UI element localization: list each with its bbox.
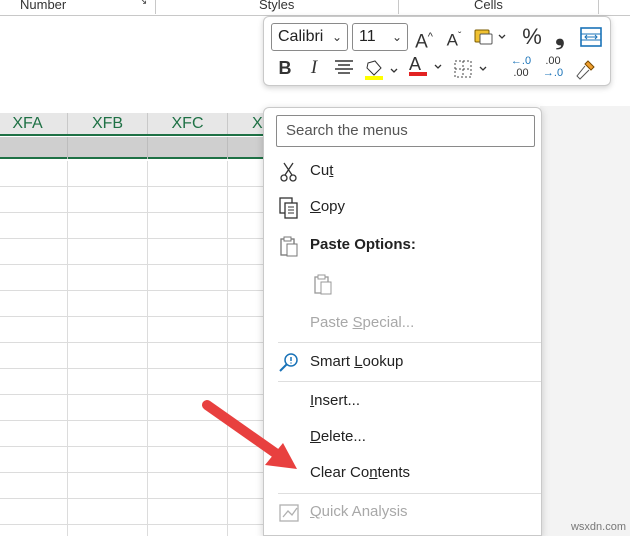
italic-button[interactable]: I xyxy=(302,55,326,81)
fill-color-icon xyxy=(365,60,398,80)
menu-item-label: nsert... xyxy=(314,392,361,409)
access-key: D xyxy=(310,428,321,445)
font-color-button[interactable]: A xyxy=(406,54,446,81)
access-key: L xyxy=(354,353,363,370)
borders-icon xyxy=(454,60,487,78)
scissors-icon xyxy=(280,162,297,182)
menu-item-label: Clear Co xyxy=(310,464,370,481)
menu-item-cut[interactable]: Cut xyxy=(264,154,541,188)
wrap-text-button[interactable] xyxy=(577,23,605,49)
format-painter-icon xyxy=(576,60,595,80)
decrease-decimal-label: .00 xyxy=(545,55,561,67)
percent-style-button[interactable]: % xyxy=(518,24,546,50)
increase-font-icon: A xyxy=(415,31,428,53)
paste-icon xyxy=(314,274,332,295)
menu-item-label: elete... xyxy=(320,428,366,445)
wrap-text-icon xyxy=(580,27,602,47)
menu-item-copy[interactable]: Copy xyxy=(264,190,541,224)
quick-analysis-icon xyxy=(279,504,299,522)
menu-item-clear-contents[interactable]: Clear Contents xyxy=(264,456,541,490)
smart-lookup-icon xyxy=(279,353,298,372)
currency-format-icon xyxy=(474,29,506,45)
dialog-launcher-icon[interactable]: ↘ xyxy=(139,0,151,9)
menu-divider xyxy=(278,381,541,382)
menu-item-paste-special[interactable]: Paste Special... xyxy=(264,306,541,340)
menu-heading-paste-options: Paste Options: xyxy=(264,228,541,262)
menu-item-label: Cu xyxy=(310,162,330,179)
comma-style-button[interactable]: ❟ xyxy=(550,24,570,50)
ribbon-separator xyxy=(398,0,399,14)
increase-font-size-button[interactable]: A^ xyxy=(412,24,436,53)
ribbon-group-number: Number xyxy=(20,0,67,12)
cell-styles-button[interactable] xyxy=(470,24,510,50)
menu-item-quick-analysis[interactable]: Quick Analysis xyxy=(264,495,541,529)
decrease-font-size-button[interactable]: Aˇ xyxy=(442,24,466,50)
cell-grid[interactable] xyxy=(0,161,270,536)
access-key: S xyxy=(352,314,363,331)
chevron-down-icon: ⌄ xyxy=(331,30,342,44)
fill-color-button[interactable] xyxy=(361,55,403,81)
font-name-value: Calibri xyxy=(278,28,324,45)
font-name-select[interactable]: Calibri ⌄ xyxy=(271,23,348,51)
align-center-icon xyxy=(335,60,353,74)
access-key: C xyxy=(310,198,321,215)
clipboard-icon xyxy=(280,236,298,257)
borders-button[interactable] xyxy=(451,55,493,81)
bold-button[interactable]: B xyxy=(272,55,298,81)
decrease-font-icon: A xyxy=(446,30,458,50)
ribbon-group-cells: Cells xyxy=(474,0,503,12)
menu-item-label: pecial... xyxy=(362,314,415,331)
menu-item-label: Smart xyxy=(310,353,355,370)
annotation-arrow-icon xyxy=(202,400,297,469)
ribbon-separator xyxy=(155,0,156,14)
menu-item-label: tents xyxy=(377,464,411,481)
chevron-down-icon: ⌄ xyxy=(391,30,402,44)
paste-option-default[interactable] xyxy=(264,266,541,300)
menu-item-label: opy xyxy=(320,198,346,215)
paste-options-label: Paste Options: xyxy=(310,236,416,253)
access-key: n xyxy=(369,464,378,481)
column-headers: XFA XFB XFC X xyxy=(0,113,288,136)
font-color-icon: A xyxy=(409,54,422,74)
watermark: wsxdn.com xyxy=(570,521,626,533)
menu-divider xyxy=(278,493,541,494)
menu-item-smart-lookup[interactable]: Smart Lookup xyxy=(264,345,541,379)
increase-decimal-button[interactable]: ←.0 .00 xyxy=(506,55,536,81)
access-key: Q xyxy=(310,503,322,520)
access-key: t xyxy=(329,162,334,179)
increase-decimal-label: .00 xyxy=(513,67,529,79)
column-header-xfb[interactable]: XFB xyxy=(68,113,148,134)
menu-item-insert[interactable]: Insert... xyxy=(264,384,541,418)
menu-divider xyxy=(278,342,541,343)
sheet-background xyxy=(540,106,630,536)
column-header-xfc[interactable]: XFC xyxy=(148,113,228,134)
ribbon-group-labels: Number ↘ Styles Cells xyxy=(0,0,630,16)
format-painter-button[interactable] xyxy=(570,55,600,81)
font-size-select[interactable]: 11 ⌄ xyxy=(352,23,408,51)
menu-search-input[interactable]: Search the menus xyxy=(276,115,535,147)
ribbon-separator xyxy=(598,0,599,14)
copy-icon xyxy=(279,197,298,219)
menu-item-label: uick Analysis xyxy=(321,503,408,520)
menu-item-delete[interactable]: Delete... xyxy=(264,420,541,454)
font-size-value: 11 xyxy=(359,28,376,45)
decrease-decimal-icon: →.0 xyxy=(542,67,564,79)
mini-toolbar: Calibri ⌄ 11 ⌄ A^ Aˇ % ❟ B I A ←.0 .00 .… xyxy=(263,16,611,86)
menu-item-label: Paste xyxy=(310,314,353,331)
increase-decimal-icon: ←.0 xyxy=(510,55,532,67)
align-center-button[interactable] xyxy=(331,55,357,81)
column-header-xfa[interactable]: XFA xyxy=(0,113,68,134)
decrease-decimal-button[interactable]: .00 →.0 xyxy=(538,55,568,81)
menu-item-label: ookup xyxy=(362,353,404,370)
ribbon-group-styles: Styles xyxy=(259,0,295,12)
selected-row[interactable] xyxy=(0,137,270,159)
